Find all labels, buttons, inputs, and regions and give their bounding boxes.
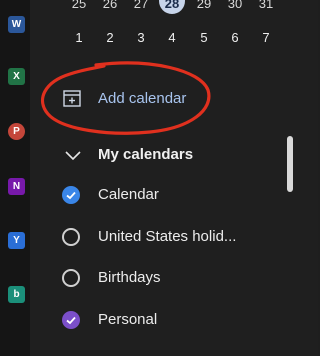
bookings-icon[interactable]: b — [8, 286, 25, 303]
onenote-icon[interactable]: N — [8, 178, 25, 195]
date-cell[interactable]: 2 — [98, 28, 122, 48]
yammer-icon[interactable]: Y — [8, 232, 25, 249]
date-cell[interactable]: 27 — [129, 0, 153, 14]
calendar-item-label: United States holid... — [98, 228, 237, 245]
date-cell[interactable]: 30 — [223, 0, 247, 14]
chevron-down-icon — [65, 151, 81, 161]
checked-circle-icon[interactable] — [62, 311, 80, 329]
unchecked-circle-icon[interactable] — [62, 228, 80, 246]
date-cell[interactable]: 5 — [192, 28, 216, 48]
add-calendar-label: Add calendar — [98, 90, 187, 107]
calendar-item-label: Birthdays — [98, 269, 161, 286]
checked-circle-icon[interactable] — [62, 186, 80, 204]
date-cell[interactable]: 29 — [192, 0, 216, 14]
calendar-item-personal[interactable]: Personal — [62, 309, 282, 331]
calendar-item-us-holidays[interactable]: United States holid... — [62, 226, 282, 248]
date-cell[interactable]: 6 — [223, 28, 247, 48]
excel-icon[interactable]: X — [8, 68, 25, 85]
calendar-pane — [30, 0, 318, 356]
unchecked-circle-icon[interactable] — [62, 269, 80, 287]
calendar-item-label: Calendar — [98, 186, 159, 203]
calendar-item-birthdays[interactable]: Birthdays — [62, 267, 282, 289]
date-cell[interactable]: 1 — [67, 28, 91, 48]
date-cell[interactable]: 7 — [254, 28, 278, 48]
date-cell[interactable]: 3 — [129, 28, 153, 48]
powerpoint-icon[interactable]: P — [8, 123, 25, 140]
section-title: My calendars — [98, 146, 194, 163]
date-cell[interactable]: 26 — [98, 0, 122, 14]
word-icon[interactable]: W — [8, 16, 25, 33]
scrollbar-thumb[interactable] — [287, 136, 293, 192]
date-cell[interactable]: 25 — [67, 0, 91, 14]
app-rail: W X P N Y b — [0, 0, 30, 356]
calendar-add-icon — [63, 90, 81, 107]
date-cell[interactable]: 4 — [160, 28, 184, 48]
calendar-item-calendar[interactable]: Calendar — [62, 184, 282, 206]
date-cell[interactable]: 31 — [254, 0, 278, 14]
calendar-item-label: Personal — [98, 311, 158, 328]
date-cell-today[interactable]: 28 — [160, 0, 184, 14]
